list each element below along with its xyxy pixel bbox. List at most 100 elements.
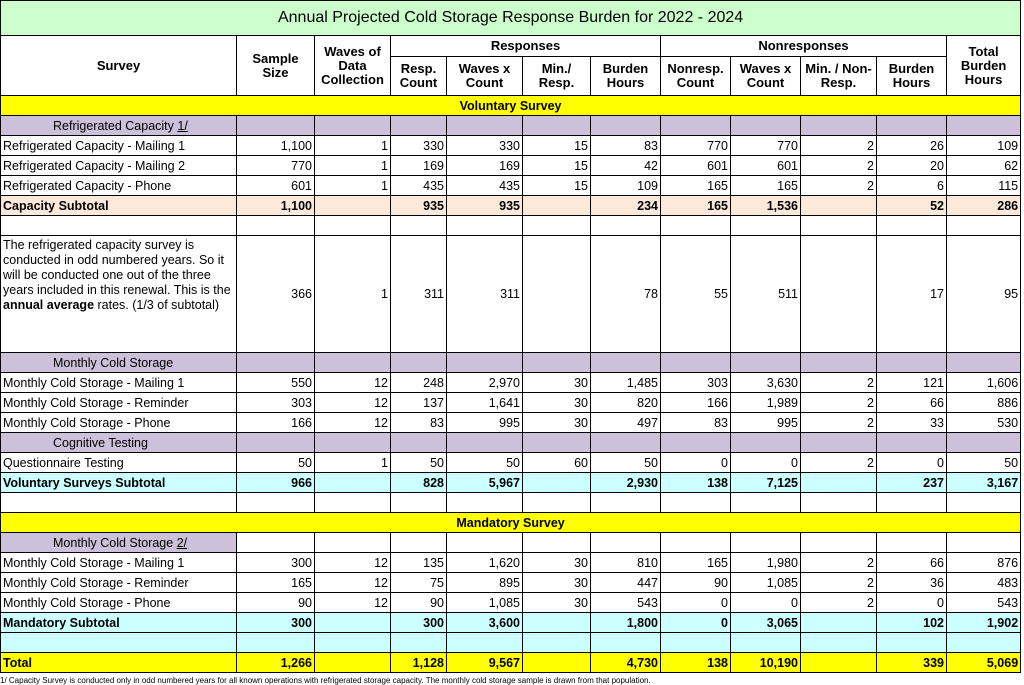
cell-resp: 330 <box>390 135 447 156</box>
cell-nmin: 2 <box>800 572 877 593</box>
cell-nwxc: 995 <box>730 412 801 433</box>
cell-waves <box>314 612 391 633</box>
group-monthly-cold-storage-mandatory: Monthly Cold Storage 2/ <box>0 532 1022 553</box>
section-voluntary: Voluntary Survey <box>0 95 1022 116</box>
footnote: 1/ Capacity Survey is conducted only in … <box>0 676 651 685</box>
cell-nwxc: 165 <box>730 175 801 196</box>
cell-wxc: 895 <box>446 572 523 593</box>
cell-nmin: 2 <box>800 175 877 196</box>
cell-total: 876 <box>945 552 1022 573</box>
cell-nmin: 2 <box>800 552 877 573</box>
cell-nmin: 2 <box>800 372 877 393</box>
cell-sample: 966 <box>236 472 315 493</box>
cell-wxc: 1,641 <box>446 392 523 413</box>
cell-nonresp: 0 <box>660 452 731 473</box>
mandatory-subtotal-row: Mandatory Subtotal 300 300 3,600 1,800 0 3,065… <box>0 612 1022 633</box>
section-voluntary-label: Voluntary Survey <box>0 95 1022 116</box>
group-cognitive-testing-label: Cognitive Testing <box>0 432 237 453</box>
cell-total: 3,167 <box>945 472 1022 493</box>
cell-waves: 1 <box>314 175 391 196</box>
cell-nonresp: 83 <box>660 412 731 433</box>
cell-nbh: 66 <box>876 552 947 573</box>
group-refrigerated-capacity-label: Refrigerated Capacity 1/ <box>0 115 237 136</box>
cell-total: 109 <box>945 135 1022 156</box>
cell-min: 15 <box>522 155 591 176</box>
cell-nwxc: 10,190 <box>730 652 801 673</box>
cell-nbh: 121 <box>876 372 947 393</box>
cell-total: 1,606 <box>945 372 1022 393</box>
table-title: Annual Projected Cold Storage Response B… <box>0 0 1022 36</box>
cell-min: 60 <box>522 452 591 473</box>
header-resp-count: Resp. Count <box>390 56 447 96</box>
cell-sample: 165 <box>236 572 315 593</box>
header-nonresponses: Nonresponses <box>660 35 947 57</box>
group-refrigerated-capacity: Refrigerated Capacity 1/ <box>0 115 1022 136</box>
cell-nbh: 36 <box>876 572 947 593</box>
cell-resp: 169 <box>390 155 447 176</box>
group-refrigerated-capacity-text: Refrigerated Capacity <box>53 118 178 133</box>
cell-nmin <box>800 235 877 353</box>
cell-bh: 543 <box>590 592 661 613</box>
cell-resp: 828 <box>390 472 447 493</box>
cell-sample: 601 <box>236 175 315 196</box>
group-footnote-ref: 2/ <box>176 535 188 550</box>
header-min-nonresp: Min. / Non-Resp. <box>800 56 877 96</box>
cell-bh: 78 <box>590 235 661 353</box>
row-label: Refrigerated Capacity - Phone <box>0 175 237 196</box>
cell-sample: 50 <box>236 452 315 473</box>
cell-nbh: 102 <box>876 612 947 633</box>
row-label: Refrigerated Capacity - Mailing 1 <box>0 135 237 156</box>
cell-bh: 4,730 <box>590 652 661 673</box>
cell-bh: 2,930 <box>590 472 661 493</box>
cell-waves: 12 <box>314 552 391 573</box>
header-nonresp-waves-x-count: Waves x Count <box>730 56 801 96</box>
cell-nwxc: 3,065 <box>730 612 801 633</box>
group-cognitive-testing-text: Cognitive Testing <box>53 435 148 450</box>
header-nonresp-count: Nonresp. Count <box>660 56 731 96</box>
table-row: Monthly Cold Storage - Reminder 165 12 75 89… <box>0 572 1022 593</box>
section-mandatory: Mandatory Survey <box>0 512 1022 533</box>
cell-sample: 166 <box>236 412 315 433</box>
cell-nonresp: 601 <box>660 155 731 176</box>
cell-total: 62 <box>945 155 1022 176</box>
header-responses: Responses <box>390 35 661 57</box>
row-label: Monthly Cold Storage - Mailing 1 <box>0 552 237 573</box>
cell-nonresp: 165 <box>660 175 731 196</box>
annual-average-row: The refrigerated capacity survey is cond… <box>0 235 1022 353</box>
cell-min <box>522 472 591 493</box>
cell-nonresp: 90 <box>660 572 731 593</box>
cell-bh: 820 <box>590 392 661 413</box>
cell-nonresp: 770 <box>660 135 731 156</box>
cell-nonresp: 303 <box>660 372 731 393</box>
cell-bh: 50 <box>590 452 661 473</box>
row-label: Total <box>0 652 237 673</box>
cell-bh: 810 <box>590 552 661 573</box>
cell-min: 15 <box>522 135 591 156</box>
cell-bh: 109 <box>590 175 661 196</box>
cell-nmin <box>800 612 877 633</box>
cell-nonresp: 138 <box>660 652 731 673</box>
cell-nwxc: 770 <box>730 135 801 156</box>
header-burden-hours: Burden Hours <box>590 56 661 96</box>
cell-waves <box>314 195 391 216</box>
cell-nmin: 2 <box>800 452 877 473</box>
cell-resp: 137 <box>390 392 447 413</box>
cell-resp: 1,128 <box>390 652 447 673</box>
cell-min: 30 <box>522 572 591 593</box>
cell-nbh: 17 <box>876 235 947 353</box>
cell-sample: 300 <box>236 552 315 573</box>
cell-wxc: 50 <box>446 452 523 473</box>
cell-sample: 1,266 <box>236 652 315 673</box>
cell-min: 30 <box>522 392 591 413</box>
table-row: Refrigerated Capacity - Phone 601 1 435 435 1… <box>0 175 1022 196</box>
row-label: Voluntary Surveys Subtotal <box>0 472 237 493</box>
cell-resp: 50 <box>390 452 447 473</box>
cell-resp: 935 <box>390 195 447 216</box>
group-monthly-cold-storage: Monthly Cold Storage <box>0 352 1022 373</box>
header-sample-size: Sample Size <box>236 35 315 96</box>
cell-total: 886 <box>945 392 1022 413</box>
cell-wxc: 435 <box>446 175 523 196</box>
section-mandatory-label: Mandatory Survey <box>0 512 1022 533</box>
capacity-subtotal-row: Capacity Subtotal 1,100 935 935 234 165 1,536 5… <box>0 195 1022 216</box>
cell-bh: 234 <box>590 195 661 216</box>
